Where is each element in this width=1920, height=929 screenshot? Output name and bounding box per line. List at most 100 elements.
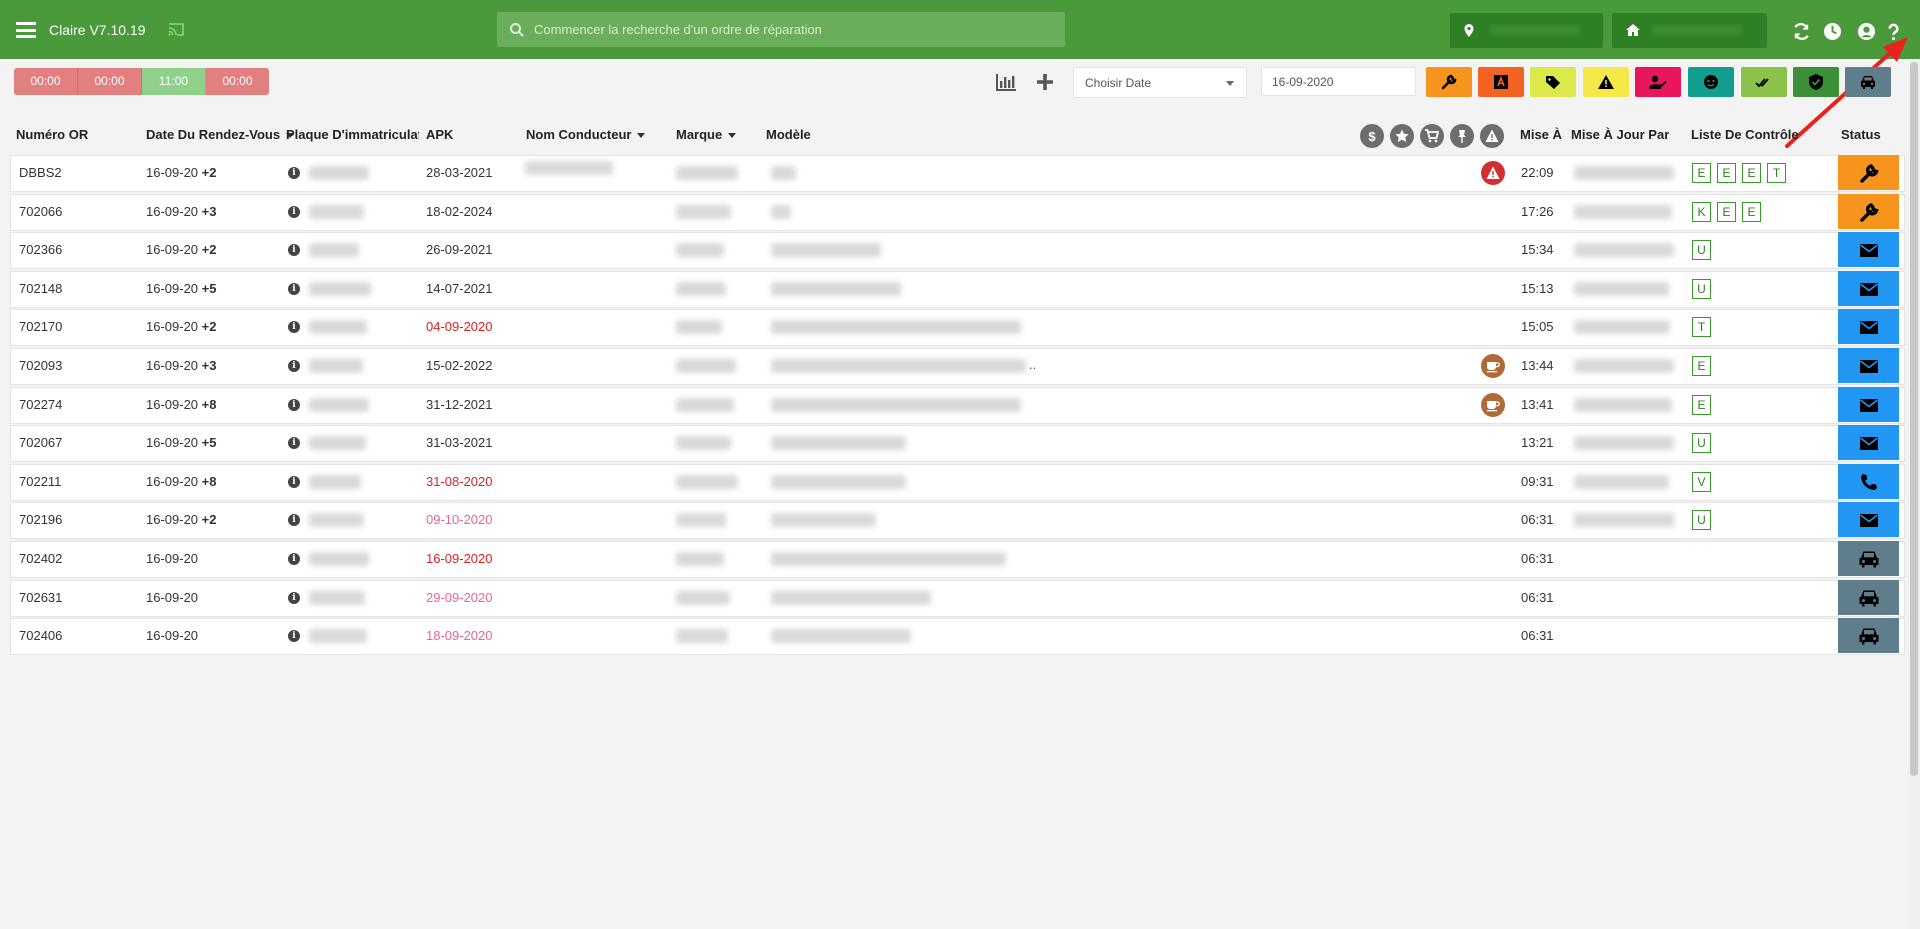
status-button[interactable] [1838,193,1899,229]
checklist-badge[interactable]: U [1692,510,1711,531]
alert-icon[interactable] [1481,161,1505,185]
col-modele[interactable]: Modèle [766,127,811,142]
coffee-icon[interactable] [1481,353,1505,378]
status-button[interactable] [1838,155,1899,190]
info-icon[interactable]: i [288,591,300,604]
timer-2[interactable]: 00:00 [78,68,142,95]
checklist-badge[interactable]: E [1717,163,1736,183]
cast-icon[interactable] [168,23,184,36]
date-input[interactable] [1261,67,1416,96]
col-nom-conducteur[interactable]: Nom Conducteur [526,127,646,142]
table-row[interactable]: DBBS2 16-09-20 +2 i 28-03-2021 22:09 E E E T [10,155,1905,192]
user-account-icon[interactable] [1857,22,1876,41]
table-row[interactable]: 702274 16-09-20 +8 i 31-12-2021 13:41 E [10,386,1905,424]
col-mise-a-jour-par[interactable]: Mise À Jour Par [1571,127,1669,142]
timer-3[interactable]: 11:00 [142,68,206,95]
checklist-badge[interactable]: E [1692,394,1711,415]
status-button[interactable] [1838,463,1899,499]
status-button[interactable] [1838,618,1899,654]
info-icon[interactable]: i [288,282,300,295]
info-icon[interactable]: i [288,167,300,179]
filter-button-wrench[interactable] [1426,67,1472,97]
chart-icon[interactable] [995,72,1017,92]
col-date-rendez-vous[interactable]: Date Du Rendez-Vous [146,127,295,142]
col-marque[interactable]: Marque [676,127,737,142]
filter-button-letter-a[interactable] [1478,67,1524,97]
timer-1[interactable]: 00:00 [14,68,78,95]
col-liste-controle[interactable]: Liste De Contrôle [1691,127,1799,142]
filter-button-face[interactable] [1688,67,1734,97]
checklist-badge[interactable]: E [1692,163,1711,183]
table-row[interactable]: 702093 16-09-20 +3 i 15-02-2022.. 13:44 E [10,347,1905,385]
table-row[interactable]: 702196 16-09-20 +2 i 09-10-2020 06:31 U [10,502,1905,540]
table-row[interactable]: 702402 16-09-20 i 16-09-2020 06:31 [10,540,1905,578]
checklist-badge[interactable]: K [1692,201,1711,222]
timer-4[interactable]: 00:00 [206,68,269,95]
table-row[interactable]: 702067 16-09-20 +5 i 31-03-2021 13:21 U [10,425,1905,463]
info-icon[interactable]: i [288,205,300,218]
info-icon[interactable]: i [288,321,300,334]
info-icon[interactable]: i [288,475,300,488]
checklist-badge[interactable]: T [1767,163,1786,183]
col-status[interactable]: Status [1841,127,1881,142]
info-icon[interactable]: i [288,398,300,411]
checklist-badge[interactable]: E [1717,201,1736,222]
garage-selector[interactable] [1612,13,1767,48]
status-button[interactable] [1838,579,1899,615]
info-icon[interactable]: i [288,244,300,257]
cart-filter-icon[interactable] [1420,124,1444,148]
table-row[interactable]: 702148 16-09-20 +5 i 14-07-2021 15:13 U [10,270,1905,308]
table-row[interactable]: 702170 16-09-20 +2 i 04-09-2020 15:05 T [10,309,1905,347]
coffee-icon[interactable] [1481,392,1505,417]
filter-button-tag[interactable] [1530,67,1576,97]
table-row[interactable]: 702066 16-09-20 +3 i 18-02-2024 17:26 K E E [10,193,1905,231]
checklist-badge[interactable]: E [1742,163,1761,183]
table-row[interactable]: 702406 16-09-20 i 18-09-2020 06:31 [10,618,1905,656]
col-numero-or[interactable]: Numéro OR [16,127,88,142]
status-button[interactable] [1838,502,1899,538]
status-button[interactable] [1838,232,1899,268]
dollar-filter-icon[interactable]: $ [1360,124,1384,148]
checklist-badge[interactable]: U [1692,433,1711,454]
filter-button-warning[interactable] [1583,67,1629,97]
col-apk[interactable]: APK [426,127,453,142]
status-button[interactable] [1838,540,1899,576]
info-icon[interactable]: i [288,514,300,527]
scrollbar-thumb[interactable] [1910,62,1918,776]
col-mise-a[interactable]: Mise À [1520,127,1562,142]
status-button[interactable] [1838,347,1899,383]
filter-button-car[interactable] [1845,67,1891,97]
info-icon[interactable]: i [288,630,300,643]
checklist-badge[interactable]: V [1692,471,1711,492]
checklist-badge[interactable]: U [1692,278,1711,299]
status-button[interactable] [1838,270,1899,306]
info-icon[interactable]: i [288,437,300,450]
date-select[interactable]: Choisir Date [1073,67,1247,98]
filter-button-double-check[interactable] [1741,67,1787,97]
search-input[interactable] [534,12,1054,47]
filter-button-user-check[interactable] [1635,67,1681,97]
filter-button-shield-check[interactable] [1793,67,1839,97]
checklist-badge[interactable]: T [1692,317,1711,338]
location-selector[interactable] [1450,13,1603,48]
add-icon[interactable] [1034,72,1056,92]
col-plaque[interactable]: Plaque D'immatriculatio [286,127,419,142]
table-row[interactable]: 702211 16-09-20 +8 i 31-08-2020 09:31 V [10,463,1905,501]
pin-filter-icon[interactable] [1450,124,1474,148]
star-filter-icon[interactable] [1390,124,1414,148]
menu-icon[interactable] [16,22,36,38]
warning-filter-icon[interactable] [1480,124,1504,148]
clock-icon[interactable] [1823,22,1842,41]
checklist-badge[interactable]: E [1742,201,1761,222]
table-row[interactable]: 702366 16-09-20 +2 i 26-09-2021 15:34 U [10,232,1905,270]
table-row[interactable]: 702631 16-09-20 i 29-09-2020 06:31 [10,579,1905,617]
info-icon[interactable]: i [288,552,300,565]
checklist-badge[interactable]: U [1692,240,1711,261]
info-icon[interactable]: i [288,359,300,372]
refresh-icon[interactable] [1792,22,1811,41]
status-button[interactable] [1838,309,1899,345]
help-icon[interactable] [1884,22,1903,41]
status-button[interactable] [1838,386,1899,422]
status-button[interactable] [1838,425,1899,461]
checklist-badge[interactable]: E [1692,355,1711,376]
